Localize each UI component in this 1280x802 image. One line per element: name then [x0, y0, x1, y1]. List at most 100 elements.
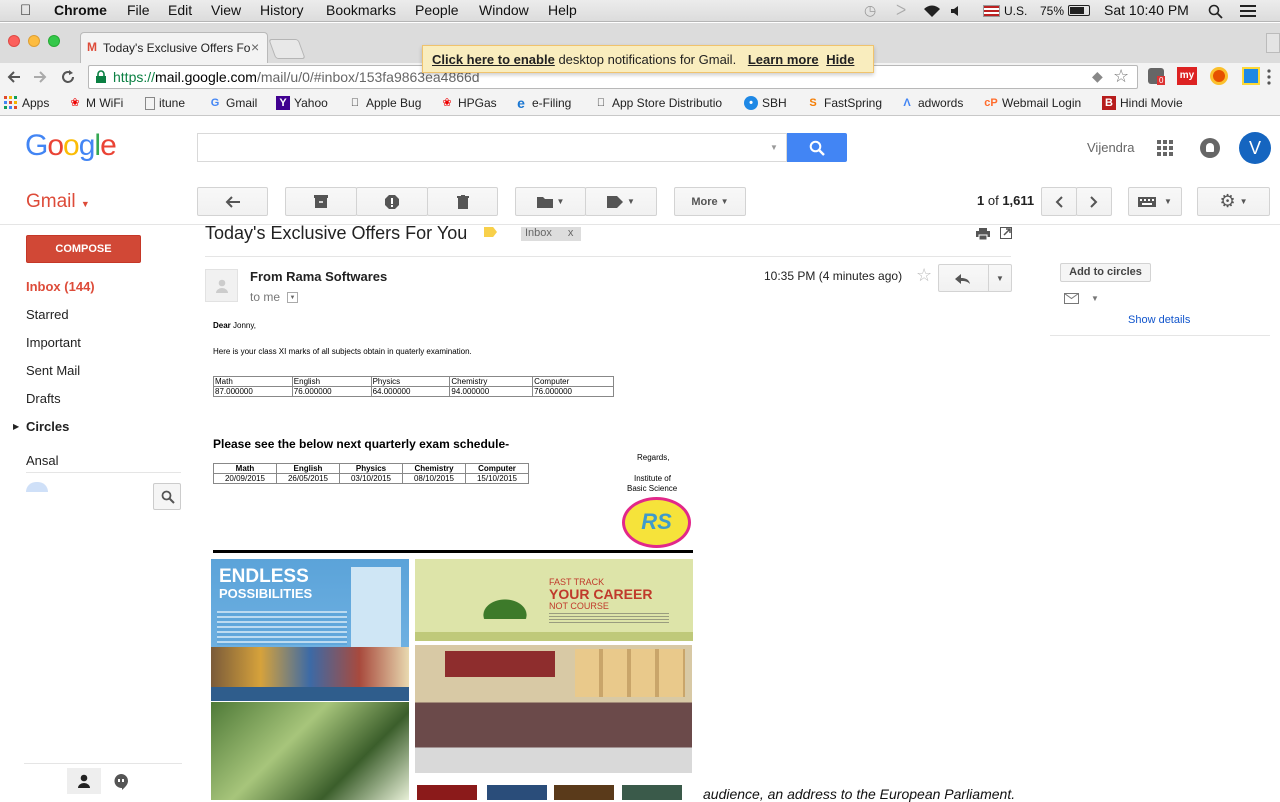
gmail-brand-menu[interactable]: Gmail ▼ [26, 191, 90, 213]
bookmark-m-wifi[interactable]: ❀ M WiFi [68, 96, 123, 110]
my-extension-icon[interactable]: my [1177, 67, 1197, 85]
move-to-button[interactable]: ▼ [515, 187, 586, 216]
show-details-link[interactable]: Show details [1128, 314, 1190, 326]
labels-button[interactable]: ▼ [585, 187, 657, 216]
important-marker-icon[interactable] [484, 227, 497, 237]
back-icon[interactable] [6, 69, 22, 85]
spotlight-search-icon[interactable] [1208, 4, 1223, 19]
menu-file[interactable]: File [127, 2, 150, 18]
new-window-icon[interactable] [1000, 227, 1012, 239]
bookmark-webmail-login[interactable]: cP Webmail Login [984, 96, 1081, 110]
sender-avatar[interactable] [205, 269, 238, 302]
bookmark-fastspring[interactable]: S FastSpring [806, 96, 882, 110]
search-button[interactable] [787, 133, 847, 162]
compose-button[interactable]: COMPOSE [26, 235, 141, 263]
nav-circles[interactable]: Circles [26, 419, 69, 434]
menu-help[interactable]: Help [548, 2, 577, 18]
bookmark-sbh[interactable]: • SBH [744, 96, 787, 110]
settings-button[interactable]: ⚙ ▼ [1197, 187, 1270, 216]
reply-icon[interactable] [955, 273, 971, 285]
add-to-circles-button[interactable]: Add to circles [1060, 263, 1151, 282]
menu-view[interactable]: View [211, 2, 241, 18]
bookmark-apps[interactable]: Apps [4, 96, 49, 110]
bookmark-hindi-movie[interactable]: B Hindi Movie [1102, 96, 1183, 110]
input-tools-button[interactable]: ▼ [1128, 187, 1182, 216]
us-flag-icon[interactable] [983, 5, 1000, 17]
avatar[interactable]: V [1239, 132, 1271, 164]
zoom-window-button[interactable] [48, 35, 60, 47]
account-name[interactable]: Vijendra [1087, 140, 1134, 155]
hangouts-quote-icon[interactable] [114, 774, 128, 790]
apple-menu-icon[interactable]:  [20, 2, 31, 19]
browser-tab[interactable]: M Today's Exclusive Offers Fo × [80, 32, 268, 63]
notification-center-icon[interactable] [1240, 5, 1256, 17]
battery-icon[interactable] [1068, 5, 1090, 16]
learn-more-link[interactable]: Learn more [748, 52, 819, 67]
extension-diamond-icon[interactable]: ◆ [1092, 68, 1103, 85]
bookmark-itune[interactable]: itune [145, 96, 185, 110]
search-options-chevron-icon[interactable]: ▼ [770, 143, 778, 152]
extension-square-icon[interactable] [1242, 67, 1260, 85]
google-apps-icon[interactable] [1157, 140, 1173, 156]
close-window-button[interactable] [8, 35, 20, 47]
menu-history[interactable]: History [260, 2, 304, 18]
star-icon[interactable]: ☆ [916, 265, 932, 286]
clock[interactable]: Sat 10:40 PM [1104, 2, 1189, 18]
wifi-icon[interactable] [922, 4, 942, 18]
minimize-window-button[interactable] [28, 35, 40, 47]
sidebar-chevron-down-icon[interactable]: ▼ [1091, 294, 1099, 303]
hangouts-search-button[interactable] [153, 483, 181, 510]
volume-icon[interactable] [950, 5, 964, 17]
bookmark-adwords[interactable]: Λadwords [900, 96, 963, 110]
menu-bookmarks[interactable]: Bookmarks [326, 2, 396, 18]
notifications-bell-icon[interactable] [1200, 138, 1220, 158]
bookmark-gmail[interactable]: G Gmail [208, 96, 258, 110]
menu-chrome[interactable]: Chrome [54, 2, 107, 18]
bookmark-app-store-distribution[interactable]:  App Store Distributio [594, 96, 730, 110]
bookmark-yahoo[interactable]: Y Yahoo [276, 96, 328, 110]
print-icon[interactable] [976, 228, 990, 240]
reload-icon[interactable] [60, 69, 76, 85]
profile-tab-icon[interactable] [1266, 33, 1280, 53]
close-tab-icon[interactable]: × [251, 39, 259, 55]
bluetooth-icon[interactable]: ᐳ [896, 2, 906, 19]
extension-shield-icon[interactable]: 0 [1148, 68, 1166, 85]
nav-drafts[interactable]: Drafts [26, 391, 61, 406]
back-to-inbox-button[interactable] [197, 187, 268, 216]
forward-icon[interactable] [32, 69, 48, 85]
report-spam-button[interactable] [356, 187, 428, 216]
extension-circle-icon[interactable] [1210, 67, 1228, 85]
input-source[interactable]: U.S. [1004, 4, 1027, 18]
bookmark-star-icon[interactable]: ☆ [1113, 66, 1129, 87]
more-reply-options-icon[interactable]: ▼ [996, 274, 1004, 283]
bookmark-e-filing[interactable]: e e-Filing [514, 96, 571, 110]
details-toggle-icon[interactable]: ▼ [287, 292, 298, 303]
nav-inbox[interactable]: Inbox (144) [26, 279, 95, 294]
remove-label-button[interactable]: x [568, 227, 574, 239]
mail-search-input[interactable]: ▼ [197, 133, 787, 162]
contacts-tab[interactable] [67, 768, 101, 794]
time-machine-icon[interactable]: ◷ [864, 2, 876, 19]
nav-important[interactable]: Important [26, 335, 81, 350]
enable-notifications-link[interactable]: Click here to enable [432, 52, 555, 67]
more-button[interactable]: More ▼ [674, 187, 746, 216]
sender-name[interactable]: From Rama Softwares [250, 269, 387, 284]
nav-starred[interactable]: Starred [26, 307, 69, 322]
nav-sent-mail[interactable]: Sent Mail [26, 363, 80, 378]
menu-window[interactable]: Window [479, 2, 529, 18]
lock-icon[interactable] [95, 70, 107, 84]
chrome-menu-icon[interactable] [1266, 69, 1272, 85]
menu-people[interactable]: People [415, 2, 459, 18]
new-tab-button[interactable] [268, 39, 306, 59]
older-button[interactable] [1076, 187, 1112, 216]
google-logo[interactable]: Google [25, 129, 117, 163]
newer-button[interactable] [1041, 187, 1077, 216]
menu-edit[interactable]: Edit [168, 2, 192, 18]
hide-link[interactable]: Hide [826, 52, 854, 67]
archive-button[interactable] [285, 187, 357, 216]
expand-circles-icon[interactable]: ▶ [13, 422, 19, 431]
nav-ansal[interactable]: Ansal [26, 453, 59, 468]
bookmark-apple-bug[interactable]:  Apple Bug [348, 96, 422, 110]
delete-button[interactable] [427, 187, 498, 216]
bookmark-hpgas[interactable]: ❀ HPGas [440, 96, 496, 110]
